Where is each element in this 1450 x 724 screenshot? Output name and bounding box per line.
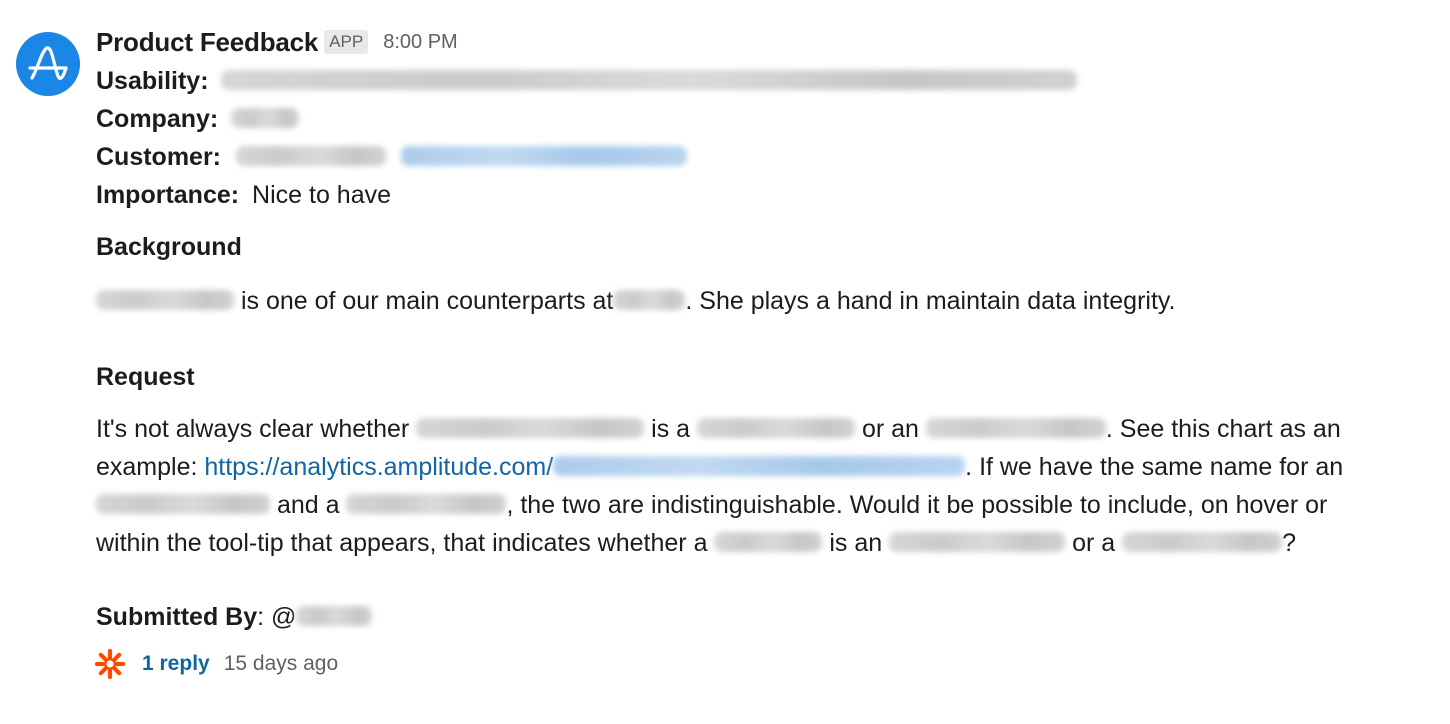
redacted-term <box>346 494 507 515</box>
redacted-username[interactable] <box>296 606 373 627</box>
background-text: is one of our main counterparts at . She … <box>96 282 1436 320</box>
submitted-by: Submitted By: @ <box>96 598 1436 636</box>
request-text: . See this chart as an <box>1105 415 1341 443</box>
chart-link[interactable]: https://analytics.amplitude.com/ <box>204 453 553 481</box>
background-text-1: is one of our main counterparts at <box>234 287 614 315</box>
usability-label: Usability: <box>96 67 209 95</box>
redacted-term <box>714 532 823 553</box>
redacted-term <box>96 494 270 515</box>
message-header: Product Feedback APP 8:00 PM <box>96 22 1436 62</box>
usability-field: Usability: <box>96 62 1436 100</box>
customer-field: Customer: <box>96 138 1436 176</box>
thread-summary[interactable]: 1 reply 15 days ago <box>92 644 1436 684</box>
submitted-by-label: Submitted By <box>96 603 258 631</box>
last-reply-time: 15 days ago <box>223 652 339 675</box>
submitted-by-colon: : @ <box>257 603 297 631</box>
request-text: within the tool-tip that appears, that i… <box>96 529 715 557</box>
request-text: is an <box>822 529 890 557</box>
amplitude-logo-icon[interactable] <box>16 32 80 96</box>
request-text: and a <box>270 491 347 519</box>
redacted-person-name <box>96 290 234 311</box>
request-text: , the two are indistinguishable. Would i… <box>506 491 1328 519</box>
request-text: or a <box>1065 529 1123 557</box>
request-heading: Request <box>96 363 195 391</box>
redacted-term <box>925 418 1106 439</box>
importance-value: Nice to have <box>252 181 392 209</box>
redacted-term <box>697 418 855 439</box>
background-text-2: . She plays a hand in maintain data inte… <box>685 287 1176 315</box>
redacted-term <box>889 532 1066 553</box>
request-text: or an <box>855 415 926 443</box>
message: Product Feedback APP 8:00 PM Usability: … <box>0 0 1450 724</box>
importance-field: Importance: Nice to have <box>96 176 1436 214</box>
redacted-company-name <box>613 290 686 311</box>
redacted-term <box>1122 532 1283 553</box>
redacted-customer-email[interactable] <box>400 146 687 167</box>
redacted-term <box>416 418 645 439</box>
request-line-4: within the tool-tip that appears, that i… <box>96 524 1436 562</box>
request-text: is a <box>644 415 697 443</box>
message-content: Product Feedback APP 8:00 PM Usability: … <box>94 22 1436 684</box>
redacted-company-value <box>231 108 300 129</box>
sender-name[interactable]: Product Feedback <box>96 27 318 58</box>
request-text: ? <box>1282 529 1297 557</box>
importance-label: Importance: <box>96 181 240 209</box>
redacted-usability-value <box>221 70 1078 91</box>
request-text: It's not always clear whether <box>96 415 417 443</box>
customer-label: Customer: <box>96 143 222 171</box>
request-text: example: <box>96 453 205 481</box>
app-badge: APP <box>324 30 369 54</box>
request-text: . If we have the same name for an <box>965 453 1344 481</box>
request-line-1: It's not always clear whether is a or an… <box>96 410 1436 448</box>
background-heading: Background <box>96 233 242 261</box>
zapier-asterisk-icon <box>92 646 128 682</box>
company-field: Company: <box>96 100 1436 138</box>
company-label: Company: <box>96 105 219 133</box>
redacted-customer-name <box>235 146 386 167</box>
reply-count-link[interactable]: 1 reply <box>142 652 210 676</box>
request-line-2: example: https://analytics.amplitude.com… <box>96 448 1436 486</box>
message-timestamp[interactable]: 8:00 PM <box>383 31 457 54</box>
redacted-link-path[interactable] <box>553 456 966 477</box>
request-line-3: and a , the two are indistinguishable. W… <box>96 486 1436 524</box>
